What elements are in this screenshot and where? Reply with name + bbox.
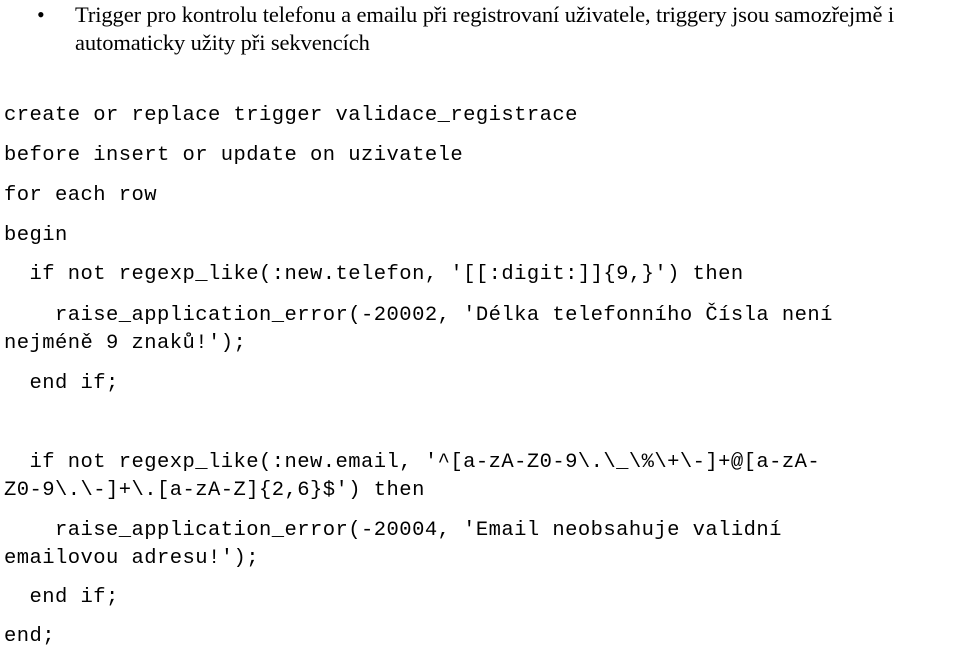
code-line: for each row bbox=[4, 184, 158, 207]
code-line: Z0-9\.\-]+\.[a-zA-Z]{2,6}$') then bbox=[4, 479, 425, 502]
code-line: raise_application_error(-20002, 'Délka t… bbox=[4, 304, 833, 327]
code-line: nejméně 9 znaků!'); bbox=[4, 332, 247, 355]
code-line: before insert or update on uzivatele bbox=[4, 144, 464, 167]
code-line: if not regexp_like(:new.telefon, '[[:dig… bbox=[4, 263, 744, 286]
code-line: end; bbox=[4, 625, 56, 648]
code-line: if not regexp_like(:new.email, '^[a-zA-Z… bbox=[4, 451, 821, 474]
bullet-text: Trigger pro kontrolu telefonu a emailu p… bbox=[75, 2, 895, 55]
code-line: begin bbox=[4, 224, 68, 247]
code-line: end if; bbox=[4, 586, 119, 609]
code-line: raise_application_error(-20004, 'Email n… bbox=[4, 519, 782, 542]
code-line: emailovou adresu!'); bbox=[4, 547, 260, 570]
code-line: end if; bbox=[4, 372, 119, 395]
bullet-marker: • bbox=[37, 2, 45, 27]
code-line: create or replace trigger validace_regis… bbox=[4, 104, 578, 127]
